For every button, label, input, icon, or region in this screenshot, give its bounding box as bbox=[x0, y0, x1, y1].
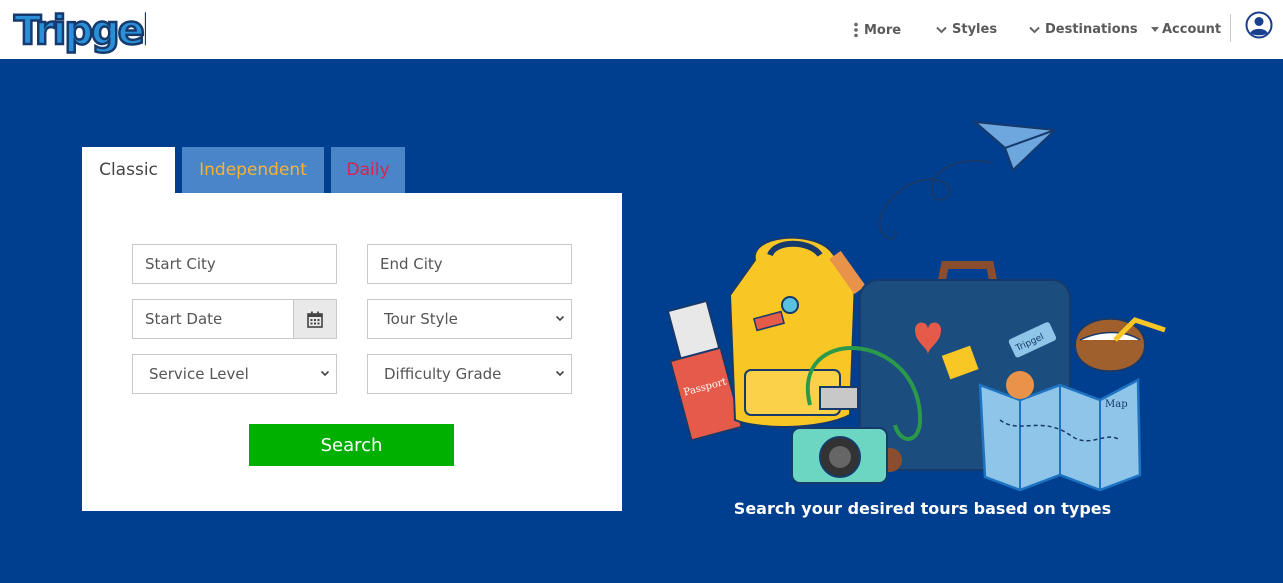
nav-account-label: Account bbox=[1162, 22, 1222, 37]
chevron-down-icon bbox=[936, 26, 947, 33]
start-date-input[interactable]: Start Date bbox=[132, 299, 294, 339]
travel-illustration: Passport Tripgel Map bbox=[666, 120, 1166, 492]
calendar-button[interactable] bbox=[293, 299, 337, 339]
start-city-placeholder: Start City bbox=[145, 255, 216, 273]
svg-text:Tripgel: Tripgel bbox=[14, 8, 146, 54]
coconut-drink-icon bbox=[1073, 317, 1166, 373]
tab-independent[interactable]: Independent bbox=[182, 147, 324, 193]
start-date-placeholder: Start Date bbox=[145, 310, 223, 328]
nav-destinations-label: Destinations bbox=[1045, 22, 1138, 37]
end-city-placeholder: End City bbox=[380, 255, 443, 273]
user-circle-icon[interactable] bbox=[1245, 11, 1273, 39]
top-header: Tripgel More Styles Destinations Account bbox=[0, 0, 1283, 59]
hero-tagline: Search your desired tours based on types bbox=[733, 499, 1112, 518]
paper-plane-icon bbox=[878, 120, 1058, 240]
service-level-select[interactable]: Service Level bbox=[132, 354, 337, 394]
chevron-down-icon bbox=[555, 315, 565, 322]
tripgel-logo[interactable]: Tripgel bbox=[12, 2, 146, 54]
tour-style-value: Tour Style bbox=[384, 310, 458, 328]
start-city-input[interactable]: Start City bbox=[132, 244, 337, 284]
end-city-input[interactable]: End City bbox=[367, 244, 572, 284]
difficulty-grade-select[interactable]: Difficulty Grade bbox=[367, 354, 572, 394]
difficulty-grade-value: Difficulty Grade bbox=[384, 365, 502, 383]
nav-more-label: More bbox=[864, 22, 902, 38]
nav-destinations[interactable]: Destinations bbox=[1029, 22, 1138, 37]
nav-divider bbox=[1230, 14, 1231, 42]
more-vertical-icon bbox=[854, 22, 858, 38]
tab-classic[interactable]: Classic bbox=[82, 147, 175, 193]
nav-styles[interactable]: Styles bbox=[936, 22, 997, 37]
search-button[interactable]: Search bbox=[249, 424, 454, 466]
nav-styles-label: Styles bbox=[952, 22, 998, 37]
chevron-down-icon bbox=[1029, 26, 1040, 33]
nav-account[interactable]: Account bbox=[1151, 22, 1221, 37]
svg-text:Map: Map bbox=[1105, 399, 1128, 410]
calendar-icon bbox=[307, 311, 323, 328]
caret-down-icon bbox=[1151, 27, 1159, 32]
chevron-down-icon bbox=[555, 370, 565, 377]
service-level-value: Service Level bbox=[149, 365, 249, 383]
tour-style-select[interactable]: Tour Style bbox=[367, 299, 572, 339]
nav-more[interactable]: More bbox=[853, 22, 901, 38]
tab-daily[interactable]: Daily bbox=[331, 147, 405, 193]
chevron-down-icon bbox=[320, 370, 330, 377]
